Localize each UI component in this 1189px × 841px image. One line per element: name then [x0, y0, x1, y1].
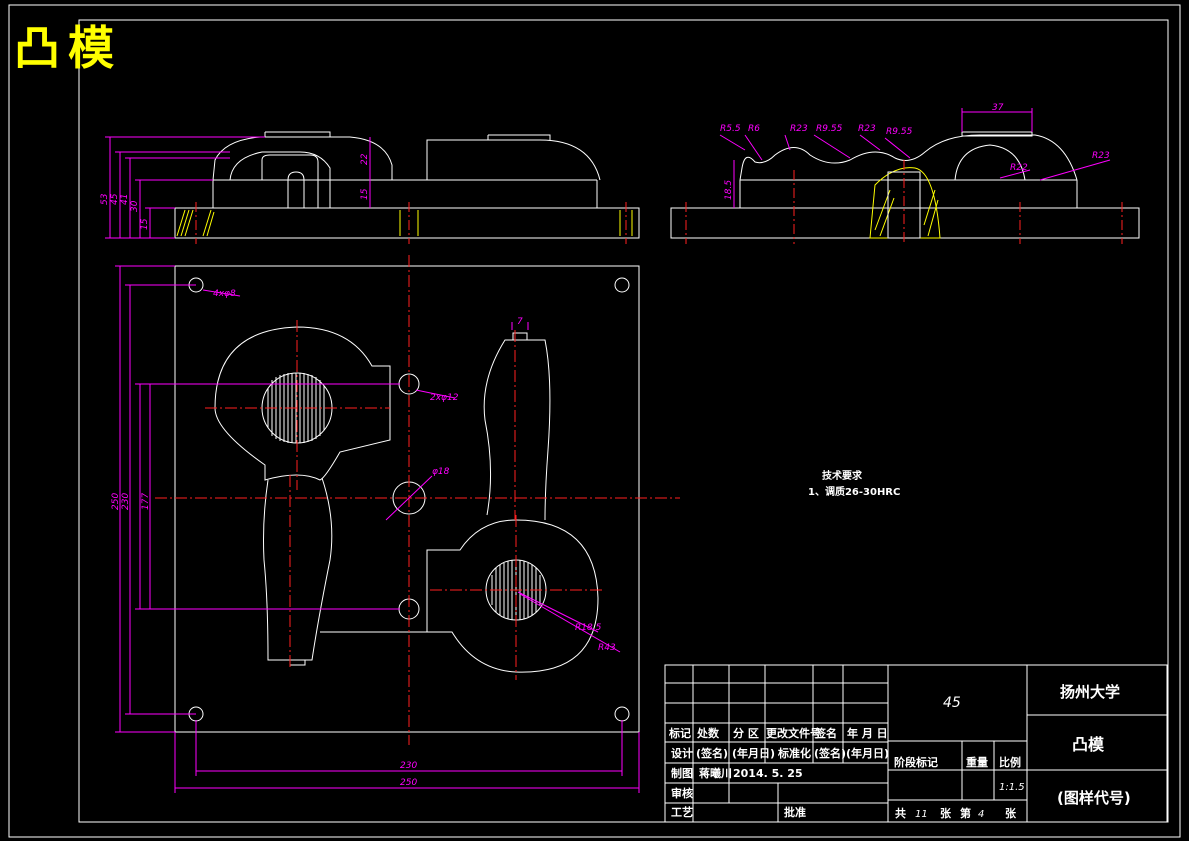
plan-dims	[115, 265, 640, 793]
tb-h-mark: 标记	[668, 726, 691, 740]
tb-sheet-label: 第	[960, 806, 971, 820]
tb-standard-sign: (签名)	[814, 746, 846, 760]
plan-view	[174, 265, 640, 733]
dim-2x-phi12: 2xφ12	[430, 393, 459, 403]
front-view-left	[174, 131, 640, 239]
tb-scale: 1:1.5	[999, 782, 1025, 793]
dim-phi18: φ18	[432, 467, 450, 477]
dim-230-h: 230	[400, 761, 417, 771]
tech-req-item-1: 1、调质26-30HRC	[808, 485, 900, 498]
dim-18-5: 18.5	[724, 180, 734, 200]
dim-15a: 15	[140, 218, 150, 230]
tb-material: 45	[943, 695, 961, 711]
drawing-title: 凸模	[14, 21, 122, 75]
dim-r6: R6	[748, 124, 760, 134]
tb-scale-label: 比例	[999, 755, 1021, 769]
dim-230-v: 230	[121, 493, 131, 510]
drawing-canvas: 53 45 41 30 15 22 15 18.5 R5.5 R6 R23 R9…	[8, 4, 1181, 838]
dim-r18-5: R18.5	[575, 623, 602, 633]
tb-drawing-code: (图样代号)	[1057, 789, 1131, 807]
tb-sheet-no: 4	[978, 809, 984, 820]
tb-total-label: 共	[895, 806, 906, 820]
outer-frame	[8, 4, 1181, 838]
tb-part-name: 凸模	[1072, 735, 1105, 754]
front-left-hatching	[176, 209, 633, 237]
tech-req-title: 技术要求	[822, 469, 863, 482]
tb-standard: 标准化	[777, 746, 811, 760]
dim-53: 53	[100, 193, 110, 205]
tb-sheet-unit: 张	[1005, 806, 1017, 820]
tb-h-date: 年 月 日	[847, 726, 888, 740]
tb-h-docno: 更改文件号	[766, 726, 821, 740]
dim-7: 7	[517, 317, 523, 327]
tb-process: 工艺	[671, 805, 693, 819]
dim-r9-55a: R9.55	[816, 124, 843, 134]
dim-4x-phi8: 4xφ8	[213, 289, 236, 299]
dim-250-v: 250	[111, 493, 121, 510]
tb-draw-date: 2014. 5. 25	[733, 767, 803, 780]
tb-h-zone: 分 区	[733, 726, 759, 740]
tb-drawer: 蒋曦川	[699, 766, 732, 780]
tb-total: 11	[915, 809, 928, 820]
dim-177-v: 177	[141, 493, 151, 510]
tb-stage: 阶段标记	[894, 755, 938, 769]
tb-h-sign: 签名	[814, 726, 837, 740]
tb-approve: 批准	[784, 805, 806, 819]
dim-37: 37	[992, 103, 1004, 113]
dim-45: 45	[110, 193, 120, 205]
tb-h-count: 处数	[696, 726, 720, 740]
tb-weight: 重量	[966, 755, 988, 769]
front-right-centerlines	[685, 160, 1123, 244]
dim-r22: R22	[1010, 163, 1028, 173]
dim-r23b: R23	[858, 124, 876, 134]
tb-total-unit: 张	[940, 806, 952, 820]
tb-design-sign: (签名)	[696, 746, 728, 760]
dim-r5-5: R5.5	[720, 124, 741, 134]
tb-school: 扬州大学	[1060, 683, 1120, 701]
dim-r23a: R23	[790, 124, 808, 134]
front-right-section-fill	[869, 167, 941, 239]
tb-design: 设计	[671, 746, 693, 760]
dim-r9-55b: R9.55	[886, 127, 913, 137]
tb-standard-date: (年月日)	[846, 746, 889, 760]
tb-design-date: (年月日)	[732, 746, 775, 760]
tb-check: 审核	[671, 786, 693, 800]
dim-r23c: R23	[1092, 151, 1110, 161]
dim-41: 41	[120, 194, 130, 205]
dim-250-h: 250	[400, 778, 417, 788]
dim-22: 22	[360, 153, 370, 165]
tb-draw-label: 制图	[671, 766, 693, 780]
plan-centerlines	[155, 255, 680, 745]
dim-r43: R43	[598, 643, 616, 653]
dim-30: 30	[130, 200, 140, 212]
dim-15b: 15	[360, 188, 370, 200]
